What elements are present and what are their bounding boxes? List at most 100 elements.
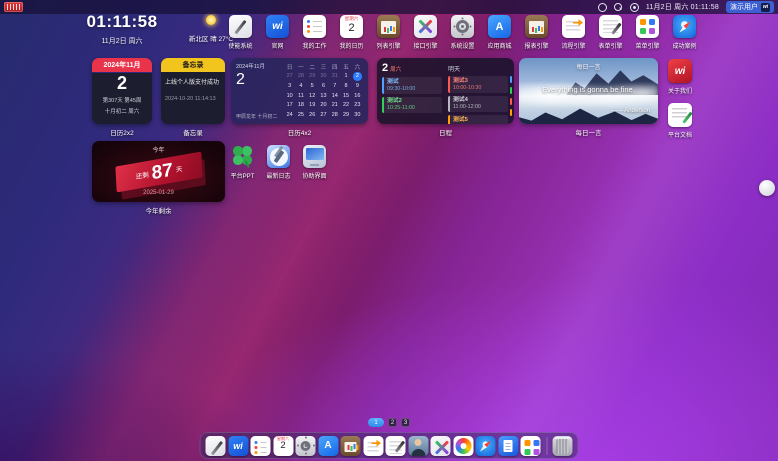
calendar2x2-header: 2024年11月 [92,58,152,72]
hammer-tool-icon [267,145,290,168]
search-icon[interactable] [614,3,623,12]
clock-time: 01:11:58 [84,12,160,32]
user-avatar-icon[interactable] [408,436,428,456]
dock: wi 星期六2 A [200,432,579,459]
gear-icon[interactable] [296,436,316,456]
report-box-icon [525,15,548,38]
wi-logo-icon[interactable]: wi [228,436,248,456]
schedule-widget[interactable]: 2周六 测试 09:30-10:00 测试2 10:25-11:00 明天 测试… [377,58,514,137]
notes-pen-icon[interactable] [206,436,226,456]
app-my-calendar[interactable]: 星期六2 我的日历 [340,15,363,50]
app-form-engine[interactable]: 表单引擎 [599,15,622,50]
app-about-us[interactable]: wi 关于我们 [669,59,692,95]
grid-icon[interactable] [521,436,541,456]
desktop-icon-row-2: 平台PPT 最新日志 协助界面 [231,145,326,180]
app-platform-ppt[interactable]: 平台PPT [231,145,254,180]
form-doc-icon[interactable] [386,436,406,456]
countdown-date: 2025-01-29 [92,190,225,196]
calendar-grid: 日一二三四五六 272829303112 3456789 10111213141… [284,62,363,120]
schedule-event: 测试 09:30-10:00 [382,77,442,94]
user-avatar-icon: wi [761,3,770,12]
app-menu-engine[interactable]: 菜单引擎 [636,15,659,50]
app-official-site[interactable]: wi 官网 [266,15,289,50]
schedule-event: 测试3 10:00-10:30 [448,76,508,93]
page-dot-3[interactable]: 3 [401,418,410,427]
app-success-cases[interactable]: 成功案例 [673,15,696,50]
memo-widget[interactable]: 备忘录 上线个人版支付成功 2024-10-20 11:14:13 备忘录 [161,58,225,137]
quote-author: —— Anderson [611,108,650,114]
monitor-icon [303,145,326,168]
daily-quote-widget[interactable]: 每日一言 Everything is gonna be fine. —— And… [519,58,658,137]
widget-label: 日历2x2 [110,127,133,137]
tools-x-icon [414,15,437,38]
calendar-icon: 星期六2 [340,15,363,38]
app-system-settings[interactable]: 系统设置 [451,15,474,50]
tools-x-icon[interactable] [431,436,451,456]
page-dot-1[interactable]: 1 [368,418,384,427]
widget-label: 日历4x2 [288,127,311,137]
countdown-widget[interactable]: 今年 还剩 87 天 2025-01-29 今年剩余 [92,141,225,215]
widget-label: 今年剩余 [146,205,172,215]
flow-doc-icon[interactable] [363,436,383,456]
flow-doc-icon [562,15,585,38]
report-box-icon[interactable] [341,436,361,456]
report-box-icon [377,15,400,38]
desktop-right-icons: wi 关于我们 平台文档 [663,59,697,139]
quote-text: Everything is gonna be fine. [525,85,652,94]
clock-date: 11月2日 周六 [84,36,160,46]
app-flow-engine[interactable]: 流程引擎 [562,15,585,50]
user-button-label: 演示用户 [730,2,758,12]
notes-pen-icon [229,15,252,38]
trash-icon[interactable] [553,436,573,456]
grid-icon [636,15,659,38]
app-report-engine[interactable]: 报表引擎 [525,15,548,50]
widget-label: 每日一言 [576,127,602,137]
app-platform-docs[interactable]: 平台文档 [669,103,692,139]
sun-icon [206,15,216,25]
quote-title: 每日一言 [519,62,658,71]
app-store-icon: A [488,15,511,38]
gear-icon [451,15,474,38]
blue-doc-icon[interactable] [498,436,518,456]
brand-logo-icon[interactable] [4,2,23,12]
calendar-2x2-widget[interactable]: 2024年11月 2 第307天 第45周 十月初二 周六 日历2x2 [92,58,152,137]
calendar2x2-day: 2 [92,73,152,95]
memo-timestamp: 2024-10-20 11:14:13 [165,96,221,102]
form-doc-icon [599,15,622,38]
app-my-work[interactable]: 我的工作 [303,15,326,50]
reminders-icon[interactable] [251,436,271,456]
safari-compass-icon [673,15,696,38]
app-list-engine[interactable]: 列表引擎 [377,15,400,50]
calendar-icon[interactable]: 星期六2 [273,436,293,456]
app-store-icon[interactable]: A [318,436,338,456]
target-icon[interactable] [630,3,639,12]
widget-label: 备忘录 [183,127,203,137]
app-enable-system[interactable]: 使能系统 [229,15,252,50]
calendar-today: 2 [353,72,362,81]
safari-compass-icon[interactable] [476,436,496,456]
app-store[interactable]: A 应用商城 [488,15,511,50]
memo-content: 上线个人版支付成功 [165,77,221,86]
page-dot-2[interactable]: 2 [388,418,397,427]
memo-header: 备忘录 [161,58,225,72]
menubar-datetime: 11月2日 周六 01:11:58 [646,2,719,12]
app-api-engine[interactable]: 接口引擎 [414,15,437,50]
schedule-event: 测试2 10:25-11:00 [382,97,442,114]
page-indicator: 1 2 3 [368,418,410,427]
document-pen-icon [668,103,692,127]
circle-icon[interactable] [598,3,607,12]
user-button[interactable]: 演示用户 wi [726,1,774,13]
schedule-color-ticks [510,76,512,116]
calendar-4x2-widget[interactable]: 2024年11月 2 甲辰龙年 十月初二 日一二三四五六 27282930311… [231,58,368,137]
widget-label: 日程 [439,127,452,137]
countdown-title: 今年 [92,145,225,154]
clock-widget[interactable]: 01:11:58 11月2日 周六 [84,12,160,46]
page-scroll-handle[interactable] [759,180,775,196]
clover-icon [231,145,254,168]
photos-icon[interactable] [453,436,473,456]
app-assist-ui[interactable]: 协助界面 [303,145,326,180]
dock-divider [546,437,547,455]
wi-red-logo-icon: wi [668,59,692,83]
reminders-icon [303,15,326,38]
app-latest-changelog[interactable]: 最新日志 [267,145,290,180]
